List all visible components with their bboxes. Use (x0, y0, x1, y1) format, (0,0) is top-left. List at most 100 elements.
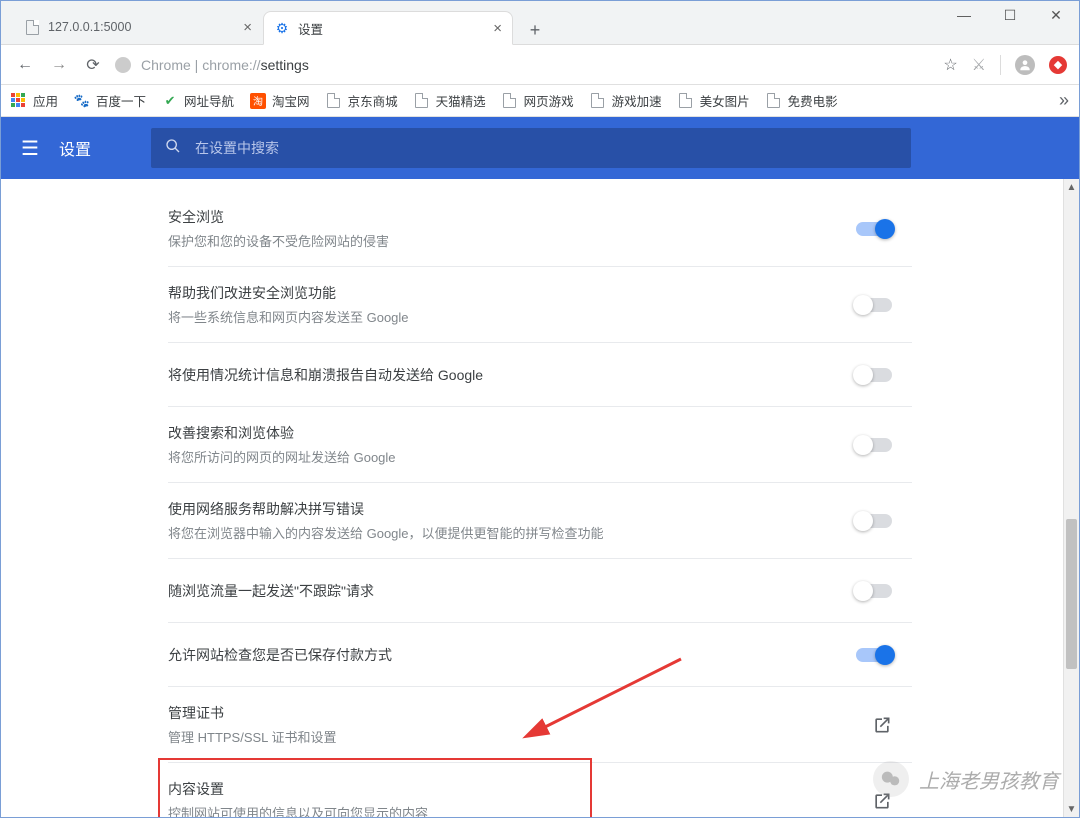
file-icon (590, 93, 606, 109)
bookmark-nav[interactable]: ✔ 网址导航 (162, 91, 234, 110)
address-bar[interactable]: Chrome | chrome://settings (115, 51, 925, 79)
tab-close-icon[interactable]: × (243, 19, 252, 36)
window-minimize-button[interactable]: — (941, 1, 987, 29)
bookmark-label: 网址导航 (184, 91, 234, 110)
settings-header: ☰ 设置 (1, 117, 1079, 179)
bookmark-taobao[interactable]: 淘 淘宝网 (250, 91, 310, 110)
hamburger-icon[interactable]: ☰ (21, 136, 39, 161)
bookmark-label: 京东商城 (348, 91, 398, 110)
settings-item-title: 内容设置 (168, 779, 872, 799)
settings-item-content_settings[interactable]: 内容设置控制网站可使用的信息以及可向您显示的内容 (168, 762, 912, 817)
bookmark-tmall[interactable]: 天猫精选 (414, 91, 486, 110)
settings-item-improve_safe_browsing: 帮助我们改进安全浏览功能将一些系统信息和网页内容发送至 Google (168, 266, 912, 342)
toggle-improve_safe_browsing[interactable] (856, 298, 892, 312)
settings-item-spell_check: 使用网络服务帮助解决拼写错误将您在浏览器中输入的内容发送给 Google，以便提… (168, 482, 912, 558)
settings-item-subtitle: 控制网站可使用的信息以及可向您显示的内容 (168, 803, 872, 817)
file-icon (502, 93, 518, 109)
page-title: 设置 (59, 136, 91, 160)
bookmark-label: 美女图片 (700, 91, 750, 110)
settings-item-title: 随浏览流量一起发送"不跟踪"请求 (168, 581, 856, 601)
star-icon[interactable]: ☆ (943, 55, 957, 75)
settings-search[interactable] (151, 128, 911, 168)
file-icon (766, 93, 782, 109)
settings-item-title: 允许网站检查您是否已保存付款方式 (168, 645, 856, 665)
url-text: Chrome | chrome://settings (141, 57, 309, 73)
watermark: 上海老男孩教育 (873, 761, 1059, 797)
bookmark-pics[interactable]: 美女图片 (678, 91, 750, 110)
open-external-icon[interactable] (872, 715, 892, 735)
hao-icon: ✔ (162, 93, 178, 109)
settings-item-title: 使用网络服务帮助解决拼写错误 (168, 499, 856, 519)
apps-icon (11, 93, 27, 109)
file-icon (24, 19, 40, 35)
file-icon (326, 93, 342, 109)
toggle-safe_browsing[interactable] (856, 222, 892, 236)
tab-title: 设置 (298, 19, 485, 38)
divider (1000, 55, 1001, 75)
settings-item-usage_stats: 将使用情况统计信息和崩溃报告自动发送给 Google (168, 342, 912, 406)
settings-item-title: 将使用情况统计信息和崩溃报告自动发送给 Google (168, 365, 856, 385)
toggle-improve_search[interactable] (856, 438, 892, 452)
bookmark-label: 免费电影 (788, 91, 838, 110)
settings-item-subtitle: 将一些系统信息和网页内容发送至 Google (168, 307, 856, 326)
settings-item-do_not_track: 随浏览流量一起发送"不跟踪"请求 (168, 558, 912, 622)
toggle-usage_stats[interactable] (856, 368, 892, 382)
toolbar: ← → ⟳ Chrome | chrome://settings ☆ ⚔ ◆ (1, 45, 1079, 85)
settings-item-payment_check: 允许网站检查您是否已保存付款方式 (168, 622, 912, 686)
toggle-do_not_track[interactable] (856, 584, 892, 598)
scrollbar-thumb[interactable] (1066, 519, 1077, 669)
settings-panel: 安全浏览保护您和您的设备不受危险网站的侵害帮助我们改进安全浏览功能将一些系统信息… (168, 179, 912, 817)
tab-close-icon[interactable]: × (493, 20, 502, 37)
bookmark-baidu[interactable]: 🐾 百度一下 (74, 91, 146, 110)
toggle-payment_check[interactable] (856, 648, 892, 662)
wechat-icon (873, 761, 909, 797)
settings-item-manage_certs[interactable]: 管理证书管理 HTTPS/SSL 证书和设置 (168, 686, 912, 762)
bookmark-webgame[interactable]: 网页游戏 (502, 91, 574, 110)
bookmark-accel[interactable]: 游戏加速 (590, 91, 662, 110)
scroll-up-button[interactable]: ▲ (1064, 179, 1079, 195)
settings-item-subtitle: 保护您和您的设备不受危险网站的侵害 (168, 231, 856, 250)
bookmark-label: 网页游戏 (524, 91, 574, 110)
bookmark-movies[interactable]: 免费电影 (766, 91, 838, 110)
gear-icon: ⚙ (274, 20, 290, 36)
chrome-icon (115, 57, 131, 73)
scroll-down-button[interactable]: ▼ (1064, 801, 1079, 817)
file-icon (414, 93, 430, 109)
settings-item-improve_search: 改善搜索和浏览体验将您所访问的网页的网址发送给 Google (168, 406, 912, 482)
forward-button[interactable]: → (47, 56, 71, 74)
reload-button[interactable]: ⟳ (81, 55, 105, 75)
file-icon (678, 93, 694, 109)
bookmark-jd[interactable]: 京东商城 (326, 91, 398, 110)
cast-icon[interactable]: ⚔ (972, 55, 986, 75)
search-icon (165, 138, 181, 159)
bookmark-label: 应用 (33, 91, 58, 110)
back-button[interactable]: ← (13, 56, 37, 74)
tab-strip: 127.0.0.1:5000 × ⚙ 设置 × + (1, 1, 1079, 45)
bookmark-label: 百度一下 (96, 91, 146, 110)
watermark-text: 上海老男孩教育 (919, 765, 1059, 794)
settings-body: 安全浏览保护您和您的设备不受危险网站的侵害帮助我们改进安全浏览功能将一些系统信息… (1, 179, 1079, 817)
toggle-spell_check[interactable] (856, 514, 892, 528)
extension-badge-icon[interactable]: ◆ (1049, 56, 1067, 74)
profile-avatar[interactable] (1015, 55, 1035, 75)
paw-icon: 🐾 (74, 93, 90, 109)
settings-item-title: 管理证书 (168, 703, 872, 723)
bookmark-label: 天猫精选 (436, 91, 486, 110)
new-tab-button[interactable]: + (521, 16, 549, 44)
tab-2[interactable]: ⚙ 设置 × (263, 11, 513, 45)
settings-item-subtitle: 将您所访问的网页的网址发送给 Google (168, 447, 856, 466)
settings-item-title: 帮助我们改进安全浏览功能 (168, 283, 856, 303)
search-input[interactable] (195, 140, 897, 156)
settings-item-subtitle: 管理 HTTPS/SSL 证书和设置 (168, 727, 872, 746)
bookmark-label: 淘宝网 (272, 91, 310, 110)
bookmark-overflow-button[interactable]: » (1059, 90, 1069, 111)
vertical-scrollbar[interactable]: ▲ ▼ (1063, 179, 1079, 817)
bookmarks-bar: 应用 🐾 百度一下 ✔ 网址导航 淘 淘宝网 京东商城 天猫精选 网页游戏 游戏… (1, 85, 1079, 117)
bookmark-apps[interactable]: 应用 (11, 91, 58, 110)
window-close-button[interactable]: ✕ (1033, 1, 1079, 29)
tab-1[interactable]: 127.0.0.1:5000 × (13, 10, 263, 44)
settings-item-title: 安全浏览 (168, 207, 856, 227)
window-maximize-button[interactable]: ☐ (987, 1, 1033, 29)
settings-item-safe_browsing: 安全浏览保护您和您的设备不受危险网站的侵害 (168, 191, 912, 266)
tao-icon: 淘 (250, 93, 266, 109)
